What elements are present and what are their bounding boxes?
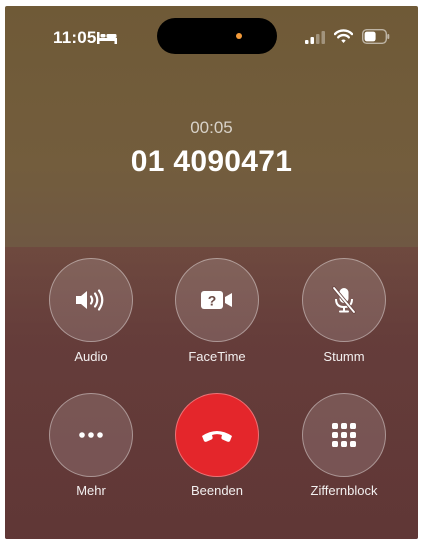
activity-indicator (236, 33, 242, 39)
mute-label: Stumm (323, 349, 365, 364)
end-call-button[interactable] (175, 393, 259, 477)
speaker-icon (76, 289, 104, 311)
ellipsis-icon (79, 432, 103, 438)
facetime-label: FaceTime (188, 349, 246, 364)
end-call-label: Beenden (190, 483, 244, 498)
dynamic-island (157, 18, 277, 54)
status-time: 11:05 (53, 28, 97, 47)
mute-button[interactable] (302, 258, 386, 342)
more-button[interactable] (49, 393, 133, 477)
facetime-unavailable-icon: ? (201, 291, 232, 309)
hang-up-icon (202, 431, 232, 442)
keypad-button[interactable] (302, 393, 386, 477)
signal-icon (305, 31, 325, 44)
facetime-button[interactable]: ? (175, 258, 259, 342)
keypad-label: Ziffernblock (310, 483, 378, 498)
audio-button[interactable] (49, 258, 133, 342)
wifi-icon (334, 29, 353, 43)
mic-slash-icon (332, 286, 356, 314)
audio-label: Audio (74, 349, 108, 364)
svg-text:?: ? (208, 293, 217, 309)
caller-number: 01 4090471 (130, 145, 293, 178)
status-bar: 11:05 (5, 6, 418, 66)
keypad-icon (332, 423, 356, 447)
bed-icon (97, 32, 117, 44)
call-timer: 00:05 (190, 118, 233, 137)
more-label: Mehr (76, 483, 106, 498)
battery-icon (362, 29, 390, 44)
